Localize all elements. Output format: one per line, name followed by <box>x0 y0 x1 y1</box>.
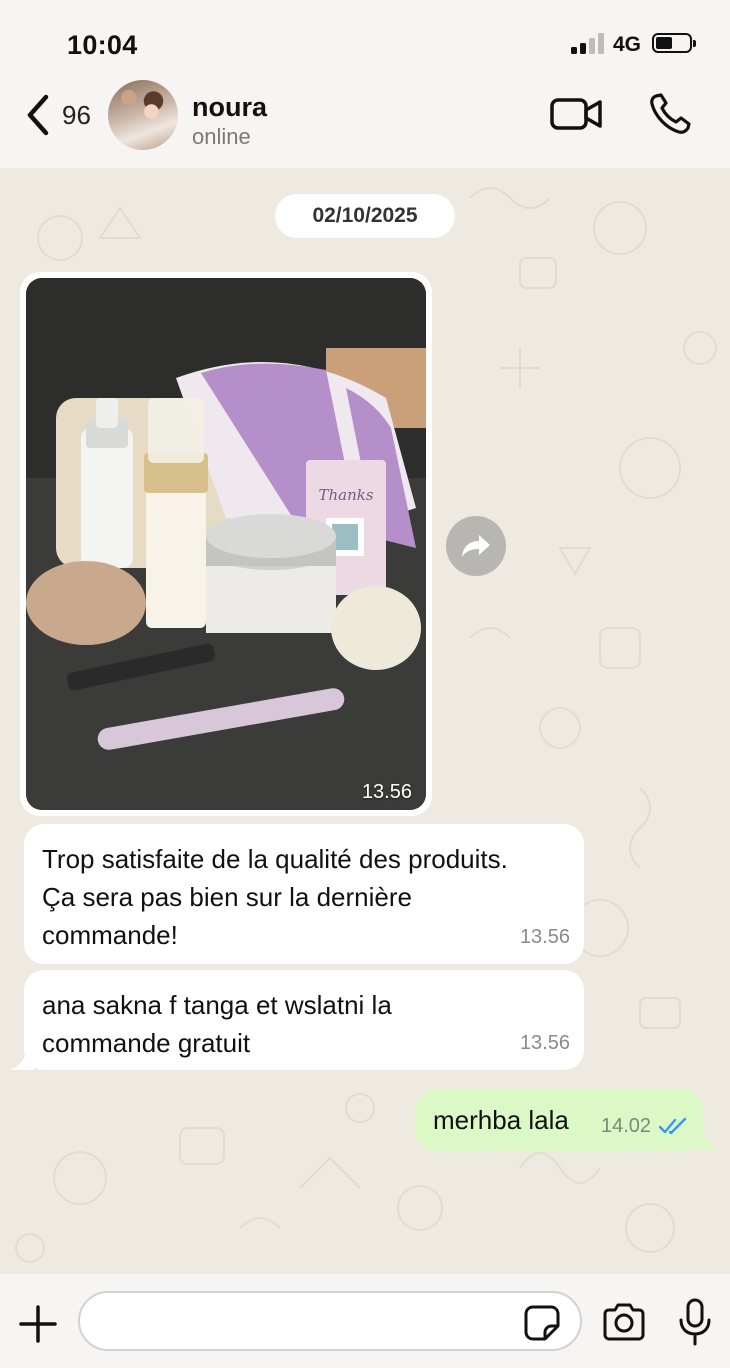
thanks-card-text: Thanks <box>318 486 373 504</box>
product-photo-illustration: Thanks <box>26 278 426 810</box>
status-bar: 10:04 4G <box>0 0 730 78</box>
outgoing-message[interactable]: merhba lala 14.02 <box>415 1089 703 1151</box>
signal-icon <box>571 32 605 54</box>
video-camera-icon <box>550 98 602 130</box>
message-text: merhba lala <box>433 1105 569 1135</box>
avatar[interactable] <box>108 80 178 150</box>
message-time: 13.56 <box>361 781 412 803</box>
composer-bar <box>0 1274 730 1368</box>
status-time: 10:04 <box>67 30 138 60</box>
date-chip: 02/10/2025 <box>275 194 455 238</box>
forward-button[interactable] <box>446 516 506 576</box>
message-input[interactable] <box>78 1291 582 1351</box>
video-call-button[interactable] <box>548 94 604 134</box>
image-message[interactable]: Thanks 13.56 <box>20 272 432 816</box>
contact-name[interactable]: noura <box>192 92 267 123</box>
battery-icon <box>652 33 692 53</box>
unread-count: 96 <box>62 99 91 130</box>
message-line: ana sakna f tanga et wslatni la <box>42 990 392 1020</box>
back-button[interactable]: 96 <box>24 92 104 138</box>
network-label: 4G <box>613 33 642 56</box>
message-time: 13.56 <box>519 926 570 948</box>
chat-header: 96 noura online <box>0 78 730 168</box>
contact-status: online <box>192 124 251 149</box>
read-receipt-icon <box>659 1117 687 1135</box>
phone-icon <box>650 93 691 134</box>
message-time: 13.56 <box>519 1032 570 1054</box>
chat-area[interactable]: 02/10/2025 Thanks 13.56 Trop satisfaite … <box>0 168 730 1274</box>
voice-call-button[interactable] <box>648 92 692 136</box>
sticker-icon[interactable] <box>523 1304 561 1342</box>
incoming-message[interactable]: ana sakna f tanga et wslatni la commande… <box>24 970 584 1070</box>
bubble-tail <box>10 1052 34 1070</box>
bubble-tail <box>696 1132 720 1150</box>
message-line: Trop satisfaite de la qualité des produi… <box>42 844 508 874</box>
chevron-left-icon <box>27 94 49 136</box>
microphone-icon[interactable] <box>678 1298 712 1346</box>
product-photo[interactable]: Thanks 13.56 <box>26 278 426 810</box>
forward-arrow-icon <box>462 535 490 557</box>
message-line: commande! <box>42 920 178 950</box>
message-line: commande gratuit <box>42 1028 251 1058</box>
camera-icon[interactable] <box>601 1302 647 1342</box>
incoming-message[interactable]: Trop satisfaite de la qualité des produi… <box>24 824 584 964</box>
message-line: Ça sera pas bien sur la dernière <box>42 882 412 912</box>
plus-icon[interactable] <box>18 1304 58 1344</box>
message-time: 14.02 <box>601 1115 652 1137</box>
